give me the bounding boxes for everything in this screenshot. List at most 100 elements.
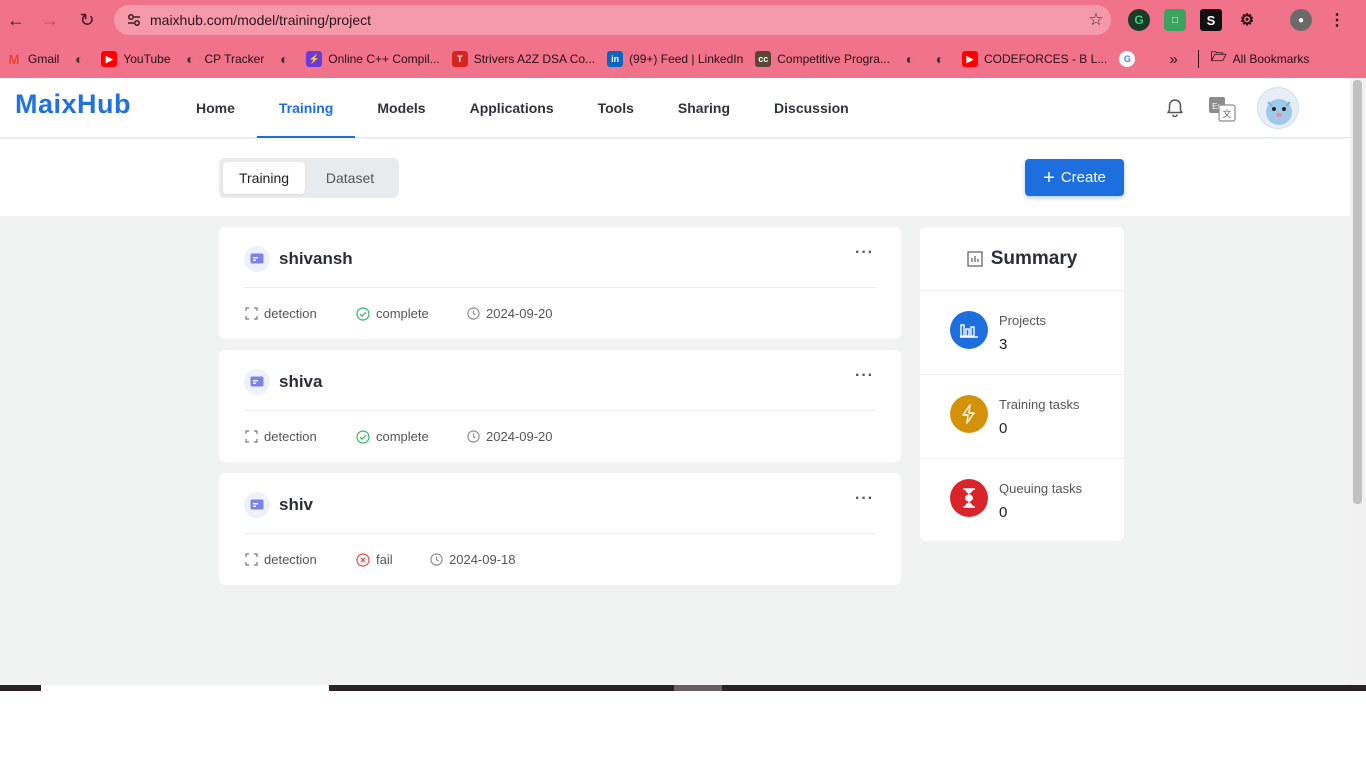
maixhub-logo[interactable]: MaixHub [15, 89, 131, 120]
bookmark-item[interactable]: ▶ CODEFORCES - B L... [961, 51, 1108, 67]
svg-text:文: 文 [1222, 108, 1231, 120]
address-bar[interactable]: maixhub.com/model/training/project ☆ [114, 5, 1111, 35]
summary-row-label: Projects [999, 313, 1046, 328]
summary-row-label: Queuing tasks [999, 481, 1083, 496]
summary-header: Summary [920, 227, 1124, 291]
youtube-icon: ▶ [961, 51, 978, 67]
bookmark-item[interactable]: ◐ [902, 51, 924, 67]
bookmarks-bar: M Gmail ◐ ▶ YouTube ◐ CP Tracker ◐ ⚡ Online C++ C… [0, 40, 1366, 78]
project-status: fail [356, 552, 393, 567]
bookmark-item[interactable]: T Strivers A2Z DSA Co... [451, 51, 596, 67]
bookmark-label: (99+) Feed | LinkedIn [629, 52, 744, 66]
project-card[interactable]: shivansh ··· detection complete 2024-09-20 [219, 227, 901, 339]
project-type: detection [245, 306, 317, 321]
summary-row-value: 0 [999, 504, 1008, 521]
bookmark-label: YouTube [123, 52, 171, 66]
project-type-label: detection [264, 552, 317, 567]
bookmark-item[interactable]: ▶ YouTube [101, 51, 171, 67]
more-options-icon[interactable]: ··· [855, 244, 874, 262]
project-date: 2024-09-20 [467, 429, 553, 444]
notification-bell-icon[interactable] [1164, 97, 1186, 119]
bookmark-item[interactable]: in (99+) Feed | LinkedIn [607, 51, 743, 67]
bookmark-item[interactable]: ◐ CP Tracker [183, 51, 264, 67]
nav-training[interactable]: Training [256, 78, 356, 138]
user-avatar[interactable] [1257, 87, 1299, 129]
bookmark-item[interactable]: M Gmail [6, 51, 60, 67]
project-date-label: 2024-09-20 [486, 429, 553, 444]
bookmark-item[interactable]: cc Competitive Progra... [755, 51, 890, 67]
project-icon [244, 492, 270, 518]
nav-applications[interactable]: Applications [448, 78, 576, 138]
chrome-menu-icon[interactable]: ⋮ [1326, 9, 1348, 31]
sub-toolbar: Training Dataset + Create [0, 139, 1350, 216]
more-options-icon[interactable]: ··· [855, 490, 874, 508]
folder-icon: 🗁 [1210, 49, 1227, 64]
project-type-label: detection [264, 429, 317, 444]
profile-icon[interactable]: ● [1290, 9, 1312, 31]
grammarly-extension-icon[interactable]: G [1128, 9, 1150, 31]
page-scrollbar[interactable] [1350, 78, 1366, 690]
project-name[interactable]: shivansh [279, 249, 353, 269]
forward-icon[interactable]: → [38, 8, 62, 32]
reload-icon[interactable]: ↻ [75, 8, 99, 32]
summary-row-value: 0 [999, 420, 1008, 437]
plus-icon: + [1043, 166, 1055, 189]
bookmark-label: Gmail [28, 52, 60, 66]
maixhub-app: MaixHub Home Training Models Application… [0, 78, 1350, 690]
project-card[interactable]: shiv ··· detection fail 2024-09-18 [219, 473, 901, 585]
project-type: detection [245, 552, 317, 567]
nav-discussion[interactable]: Discussion [752, 78, 871, 138]
extensions-puzzle-icon[interactable]: ⚙ [1236, 9, 1258, 31]
bookmark-item[interactable]: G [1119, 51, 1141, 67]
globe-icon: ◐ [905, 51, 915, 67]
bookmark-item[interactable]: ◐ [932, 51, 954, 67]
bookmark-item[interactable]: ◐ [276, 51, 298, 67]
project-date: 2024-09-18 [430, 552, 516, 567]
project-name[interactable]: shiv [279, 495, 313, 515]
nav-sharing[interactable]: Sharing [656, 78, 752, 138]
google-icon: G [1119, 51, 1136, 67]
nav-models[interactable]: Models [355, 78, 447, 138]
project-card[interactable]: shiva ··· detection complete 2024-09-20 [219, 350, 901, 462]
project-icon [244, 369, 270, 395]
summary-row: Projects 3 [920, 291, 1124, 375]
url-text[interactable]: maixhub.com/model/training/project [150, 12, 1081, 28]
project-name[interactable]: shiva [279, 372, 322, 392]
summary-row-label: Training tasks [999, 397, 1080, 412]
youtube-icon: ▶ [101, 51, 118, 67]
back-icon[interactable]: ← [4, 8, 28, 32]
bookmark-label: Strivers A2Z DSA Co... [473, 52, 596, 66]
extension-icon[interactable]: □ [1164, 9, 1186, 31]
nav-home[interactable]: Home [174, 78, 257, 138]
tab-training[interactable]: Training [223, 162, 305, 194]
site-settings-icon[interactable] [120, 12, 148, 28]
bookmark-label: CODEFORCES - B L... [983, 52, 1108, 66]
globe-icon: ◐ [935, 51, 945, 67]
bookmark-star-icon[interactable]: ☆ [1081, 10, 1111, 30]
project-status-label: complete [376, 429, 429, 444]
tuf-icon: T [451, 51, 468, 67]
error-circle-icon [356, 552, 370, 567]
scan-icon [245, 307, 258, 320]
bolt-icon: ⚡ [306, 51, 323, 67]
tab-dataset[interactable]: Dataset [305, 162, 395, 194]
language-translate-icon[interactable]: En文 [1208, 96, 1236, 122]
all-bookmarks-button[interactable]: 🗁 All Bookmarks [1210, 49, 1310, 67]
summary-row: Queuing tasks 0 [920, 459, 1124, 543]
globe-icon: ◐ [75, 51, 84, 67]
create-button[interactable]: + Create [1025, 159, 1124, 196]
nav-tools[interactable]: Tools [576, 78, 656, 138]
cc-icon: cc [755, 51, 772, 67]
check-circle-icon [356, 429, 370, 444]
summary-row: Training tasks 0 [920, 375, 1124, 459]
bookmark-item[interactable]: ◐ [71, 51, 93, 67]
s-extension-icon[interactable]: S [1200, 9, 1222, 31]
scrollbar-thumb[interactable] [1353, 80, 1362, 504]
project-date-label: 2024-09-18 [449, 552, 516, 567]
more-options-icon[interactable]: ··· [855, 367, 874, 385]
clock-icon [467, 307, 480, 320]
bookmarks-overflow-icon[interactable]: » [1169, 51, 1177, 68]
hourglass-icon [950, 479, 988, 517]
bookmark-item[interactable]: ⚡ Online C++ Compil... [306, 51, 440, 67]
scan-icon [245, 430, 258, 443]
